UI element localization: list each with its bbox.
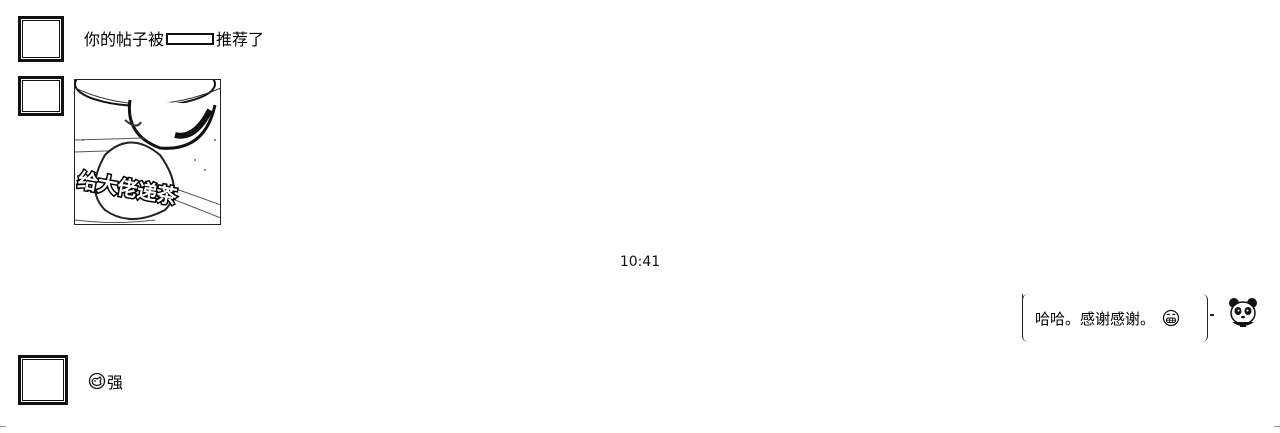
bubble-tail — [1210, 314, 1214, 316]
my-message-bubble[interactable]: 哈哈。感谢感谢。 — [1022, 294, 1208, 342]
avatar[interactable] — [18, 16, 64, 62]
message-text-before: 你的帖子被 — [84, 30, 165, 49]
sticker-drawing: 给大佬递茶 — [75, 80, 220, 223]
avatar[interactable] — [18, 355, 68, 405]
grin-emoji-icon — [1162, 309, 1180, 331]
message-text-after: 推荐了 — [216, 30, 265, 49]
message-text-strong: 强 — [107, 373, 124, 392]
my-message-content: 哈哈。感谢感谢。 — [1035, 308, 1180, 331]
timestamp: 10:41 — [619, 254, 661, 270]
sticker-image[interactable]: 给大佬递茶 — [74, 79, 221, 225]
redacted-name — [166, 33, 215, 45]
message-text: 强 — [88, 372, 123, 395]
panda-avatar-icon[interactable] — [1227, 296, 1259, 328]
message-text: 你的帖子被 推荐了 — [84, 30, 264, 50]
avatar[interactable] — [18, 76, 64, 116]
strong-emoji-icon — [88, 372, 106, 395]
my-message-text: 哈哈。感谢感谢。 — [1035, 310, 1156, 328]
